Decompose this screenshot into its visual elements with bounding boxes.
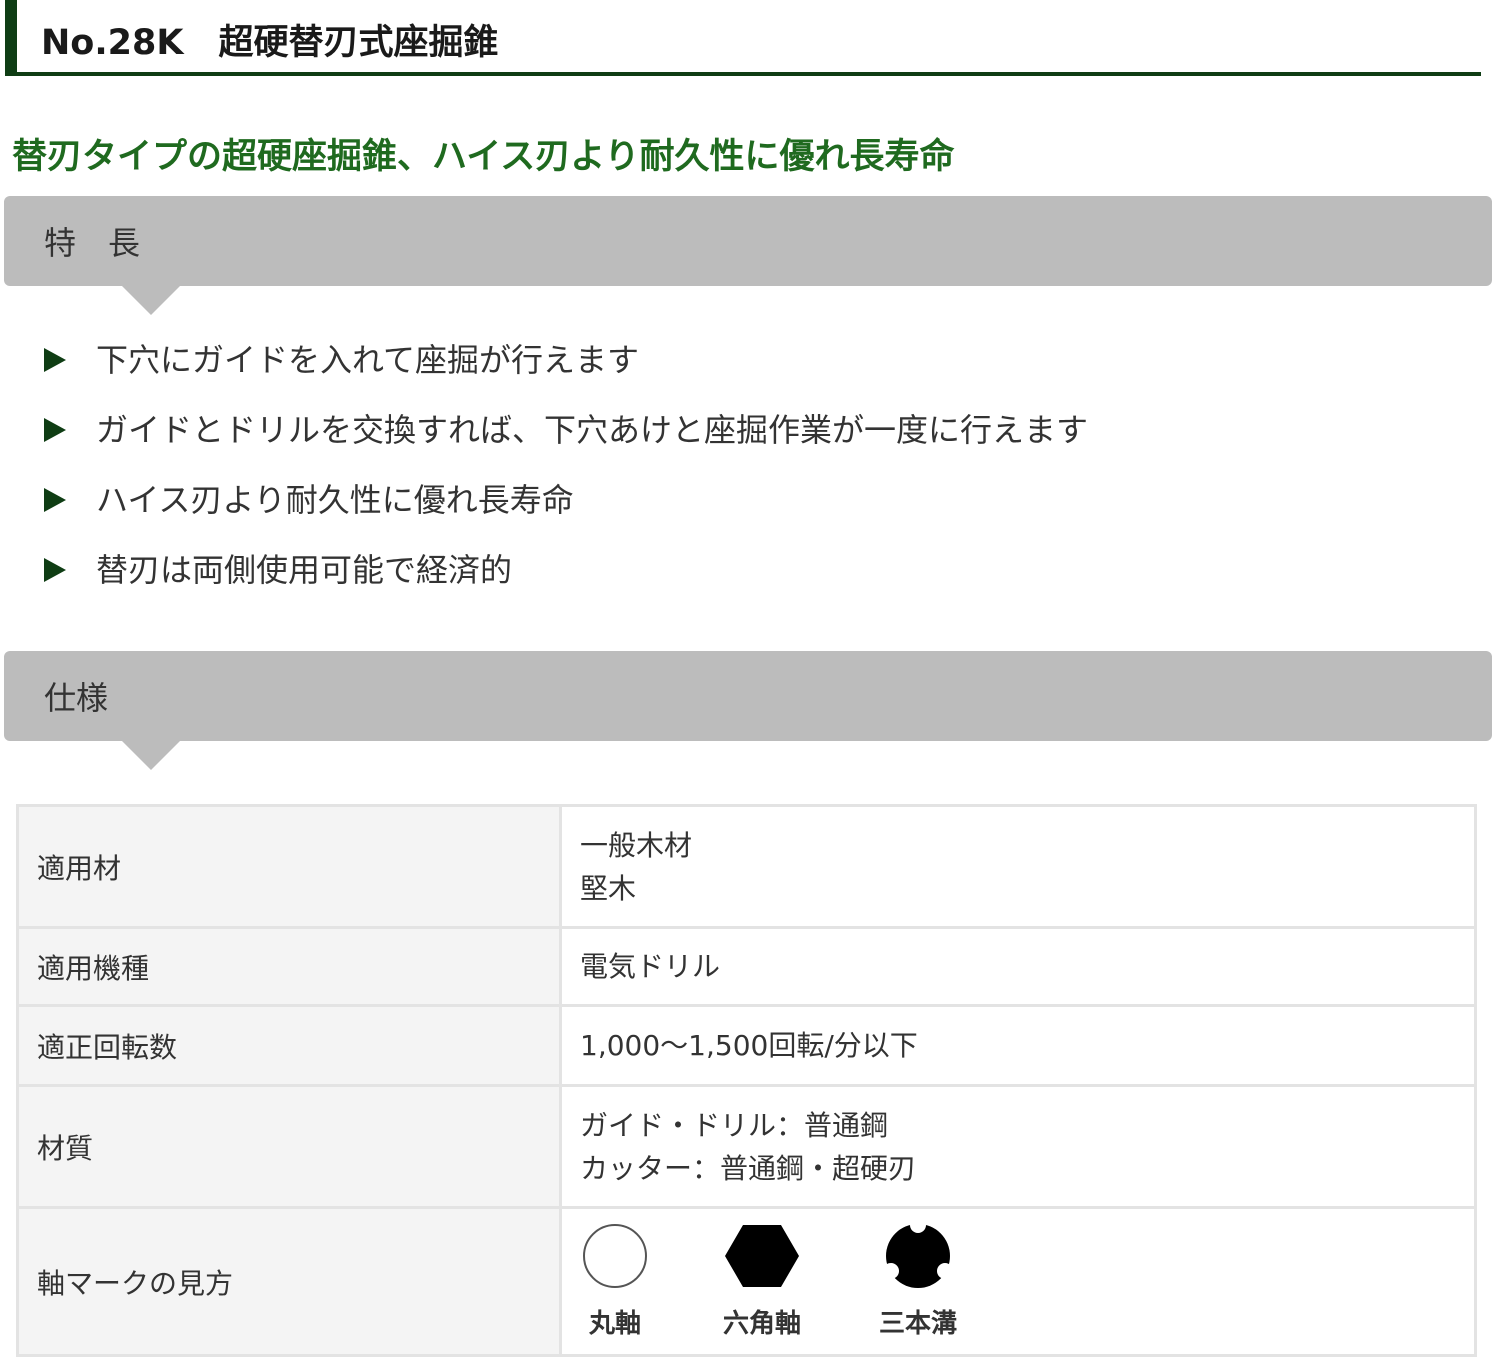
features-heading: 特 長 [44,224,141,262]
spec-table: 適用材 一般木材 堅木 適用機種 電気ドリル 適正回転数 1,000～1,500… [16,804,1477,1357]
spec-value: 一般木材 堅木 [559,804,1477,929]
triangle-bullet-icon [44,418,66,442]
spec-value: 1,000～1,500回転/分以下 [559,1004,1477,1087]
table-row: 適正回転数 1,000～1,500回転/分以下 [16,1004,1477,1087]
title-bar: No.28K 超硬替刃式座掘錐 [5,0,1481,76]
feature-text: 下穴にガイドを入れて座掘が行えます [96,341,640,379]
features-section-header: 特 長 [4,196,1492,315]
three-groove-shaft-icon [885,1223,951,1288]
spec-value-line: 1,000～1,500回転/分以下 [580,1029,918,1062]
shaft-mark-round: 丸軸 [580,1223,650,1340]
shaft-mark-label: 丸軸 [588,1309,641,1339]
spec-label: 適用機種 [16,926,562,1007]
table-row: 軸マークの見方 丸軸 六角軸 三本溝 [16,1206,1477,1357]
section-pointer-arrow [121,740,181,770]
spec-value: ガイド・ドリル：普通鋼 カッター：普通鋼・超硬刃 [559,1084,1477,1209]
catchphrase: 替刃タイプの超硬座掘錐、ハイス刃より耐久性に優れ長寿命 [12,137,955,177]
round-shaft-icon [583,1224,647,1288]
page-title: No.28K 超硬替刃式座掘錐 [41,23,499,63]
shaft-mark-three-groove: 三本溝 [870,1223,966,1340]
spec-value: 電気ドリル [559,926,1477,1007]
feature-text: 替刃は両側使用可能で経済的 [96,551,513,589]
spec-label: 適用材 [16,804,562,929]
spec-label: 材質 [16,1084,562,1209]
shaft-mark-hex: 六角軸 [714,1223,810,1340]
triangle-bullet-icon [44,558,66,582]
spec-value-line: 一般木材 [580,828,693,862]
feature-item: ハイス刃より耐久性に優れ長寿命 [44,478,1088,548]
feature-item: 替刃は両側使用可能で経済的 [44,548,1088,618]
shaft-marks: 丸軸 六角軸 三本溝 [580,1223,1474,1340]
triangle-bullet-icon [44,488,66,512]
section-pointer-arrow [121,285,181,315]
spec-label: 適正回転数 [16,1004,562,1087]
spec-value-line: 堅木 [580,871,637,905]
spec-value-line: カッター：普通鋼・超硬刃 [580,1151,917,1185]
shaft-mark-label: 六角軸 [722,1309,801,1339]
spec-value-line: ガイド・ドリル：普通鋼 [580,1108,889,1142]
spec-value-line: 電気ドリル [580,950,721,983]
hex-shaft-icon [725,1225,799,1287]
table-row: 適用材 一般木材 堅木 [16,804,1477,929]
spec-value: 丸軸 六角軸 三本溝 [559,1206,1477,1357]
spec-heading: 仕様 [44,679,109,717]
features-list: 下穴にガイドを入れて座掘が行えます ガイドとドリルを交換すれば、下穴あけと座掘作… [44,338,1088,618]
feature-item: 下穴にガイドを入れて座掘が行えます [44,338,1088,408]
shaft-mark-label: 三本溝 [878,1309,957,1339]
feature-text: ハイス刃より耐久性に優れ長寿命 [96,481,574,519]
feature-item: ガイドとドリルを交換すれば、下穴あけと座掘作業が一度に行えます [44,408,1088,478]
table-row: 材質 ガイド・ドリル：普通鋼 カッター：普通鋼・超硬刃 [16,1084,1477,1209]
feature-text: ガイドとドリルを交換すれば、下穴あけと座掘作業が一度に行えます [96,411,1089,449]
spec-section-header: 仕様 [4,651,1492,770]
triangle-bullet-icon [44,348,66,372]
table-row: 適用機種 電気ドリル [16,926,1477,1007]
spec-label: 軸マークの見方 [16,1206,562,1357]
